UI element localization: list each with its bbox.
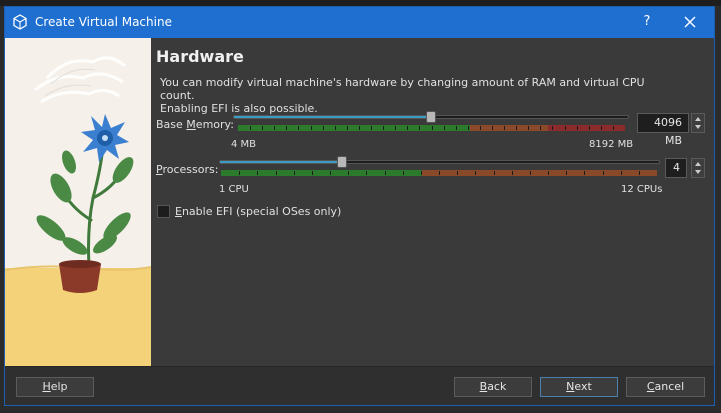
scale-tick (346, 126, 348, 130)
scale-tick (262, 126, 264, 130)
scale-tick (602, 171, 604, 175)
scale-tick (439, 171, 440, 175)
processors-label: Processors: (156, 163, 219, 176)
scale-tick (366, 171, 368, 175)
scale-tick (529, 171, 531, 175)
flower-illustration-image (5, 38, 151, 366)
scale-tick (491, 126, 493, 130)
scale-tick (548, 171, 549, 175)
scale-tick (274, 126, 276, 130)
scale-tick (250, 126, 252, 130)
next-button[interactable]: Next (540, 377, 618, 397)
processors-scale (221, 170, 657, 176)
scale-tick (371, 126, 373, 130)
scale-tick (620, 171, 622, 175)
title-bar: Create Virtual Machine ? (5, 7, 714, 38)
scale-segment (470, 125, 548, 131)
help-button[interactable]: Help (16, 377, 94, 397)
processors-spinbox[interactable]: 4 (665, 158, 687, 178)
scale-tick (286, 126, 288, 130)
processors-min-label: 1 CPU (219, 184, 249, 195)
virtualbox-cube-icon (13, 14, 27, 30)
processors-slider-fill (220, 161, 338, 163)
scale-tick (310, 126, 312, 130)
scale-tick (576, 126, 578, 130)
spin-up-icon[interactable] (695, 117, 701, 121)
scale-tick (467, 126, 469, 130)
scale-tick (275, 171, 277, 175)
window-title: Create Virtual Machine (35, 15, 172, 29)
scale-tick (443, 126, 445, 130)
scale-tick (584, 171, 586, 175)
scale-tick (588, 126, 590, 130)
scale-tick (475, 171, 477, 175)
scale-tick (493, 171, 495, 175)
base-memory-spinbox[interactable]: 4096 MB (637, 113, 689, 147)
page-description: You can modify virtual machine's hardwar… (160, 76, 680, 115)
scale-tick (564, 126, 566, 130)
scale-tick (420, 171, 422, 175)
create-vm-dialog: Create Virtual Machine ? Hardware You ca… (4, 6, 715, 406)
close-icon[interactable] (679, 12, 701, 32)
spin-down-icon[interactable] (695, 170, 701, 174)
scale-tick (457, 171, 459, 175)
scale-tick (540, 126, 542, 130)
scale-tick (311, 171, 313, 175)
scale-tick (612, 126, 614, 130)
processors-spin-arrows[interactable] (691, 158, 705, 178)
scale-tick (395, 126, 397, 130)
base-memory-spin-arrows[interactable] (691, 113, 705, 133)
base-memory-max-label: 8192 MB (589, 139, 634, 150)
scale-tick (334, 126, 336, 130)
scale-tick (383, 126, 385, 130)
scale-tick (322, 126, 324, 130)
enable-efi-checkbox[interactable] (157, 205, 170, 218)
scale-tick (552, 126, 554, 130)
enable-efi-label[interactable]: Enable EFI (special OSes only) (175, 205, 341, 218)
scale-tick (402, 171, 404, 175)
base-memory-scale (238, 125, 625, 131)
scale-tick (257, 171, 259, 175)
processors-max-label: 12 CPUs (621, 184, 663, 195)
scale-tick (419, 126, 421, 130)
scale-tick (384, 171, 386, 175)
spin-up-icon[interactable] (695, 162, 701, 166)
scale-tick (516, 126, 518, 130)
title-help-button[interactable]: ? (637, 12, 657, 32)
scale-tick (298, 126, 300, 130)
scale-tick (348, 171, 350, 175)
scale-tick (455, 126, 457, 130)
scale-tick (638, 171, 640, 175)
processors-slider-handle[interactable] (336, 156, 347, 168)
scale-tick (504, 126, 506, 130)
scale-tick (479, 126, 481, 130)
scale-tick (566, 171, 568, 175)
scale-tick (407, 126, 409, 130)
background-menu-glyph (44, 0, 58, 4)
cancel-button[interactable]: Cancel (626, 377, 705, 397)
scale-tick (293, 171, 295, 175)
base-memory-slider-handle[interactable] (425, 111, 436, 123)
base-memory-min-label: 4 MB (231, 139, 257, 150)
base-memory-label: Base Memory: (156, 118, 234, 131)
page-heading: Hardware (156, 47, 244, 66)
scale-tick (330, 171, 331, 175)
scale-tick (431, 126, 433, 130)
back-button[interactable]: Back (454, 377, 532, 397)
spin-down-icon[interactable] (695, 125, 701, 129)
description-line-2: Enabling EFI is also possible. (160, 102, 318, 115)
scale-segment (221, 170, 422, 176)
scale-tick (358, 126, 360, 130)
scale-tick (511, 171, 513, 175)
scale-tick (239, 171, 241, 175)
description-line-1: You can modify virtual machine's hardwar… (160, 76, 645, 102)
base-memory-slider-fill (234, 116, 427, 118)
scale-tick (600, 126, 602, 130)
scale-segment (238, 125, 471, 131)
dialog-footer: Help Back Next Cancel (5, 366, 714, 405)
scale-tick (528, 126, 530, 130)
